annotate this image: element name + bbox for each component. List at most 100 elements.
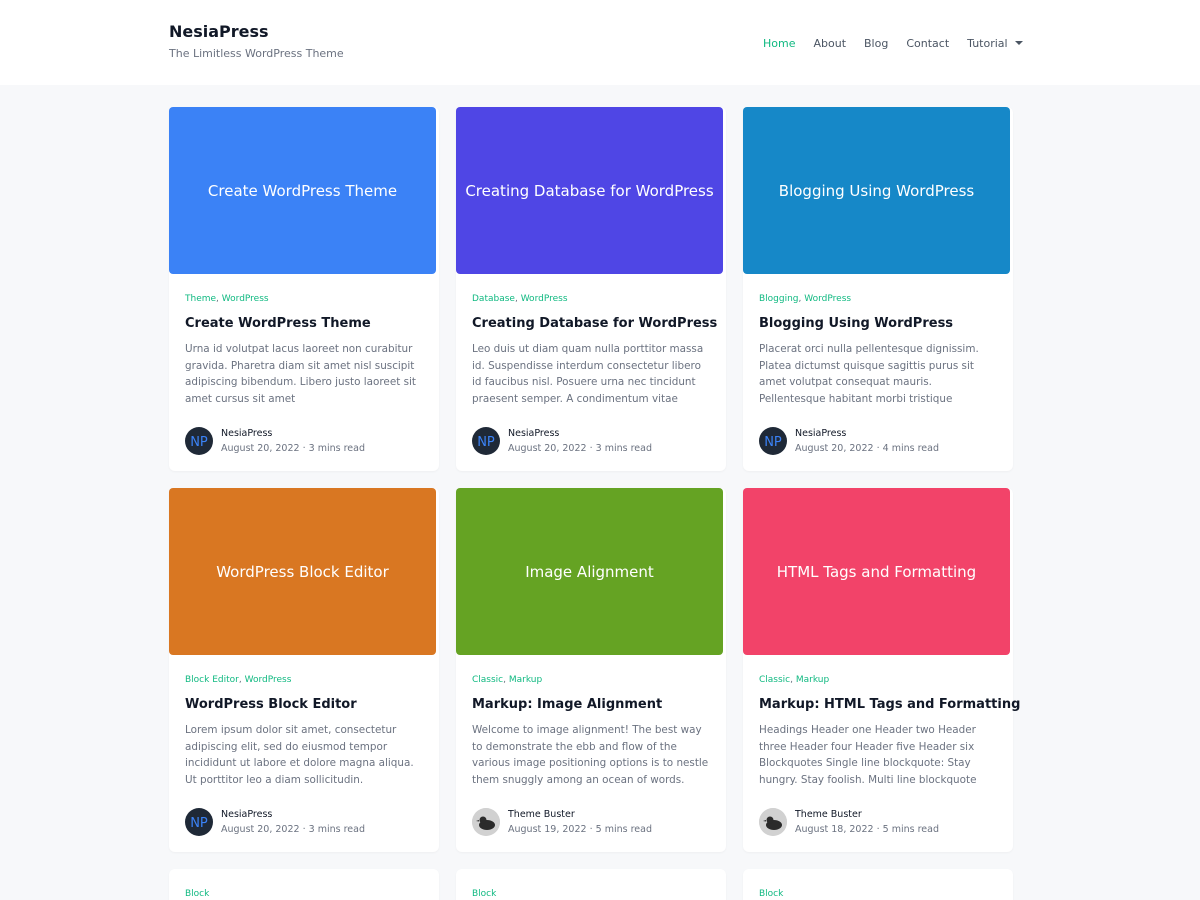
post-author: NP NesiaPress August 20, 2022 · 3 mins r… <box>185 808 365 836</box>
meta-separator: · <box>299 824 309 835</box>
bird-avatar-icon[interactable] <box>472 808 500 836</box>
post-thumbnail[interactable]: Creating Database for WordPress <box>456 107 723 274</box>
post-title[interactable]: Create WordPress Theme <box>185 316 425 331</box>
post-card: Block <box>743 869 1013 900</box>
post-categories: Block <box>185 889 425 900</box>
post-card: Create WordPress Theme Theme, WordPress … <box>169 107 439 471</box>
author-name[interactable]: NesiaPress <box>508 428 652 439</box>
post-categories: Block Editor, WordPress <box>185 675 425 687</box>
author-name[interactable]: Theme Buster <box>795 809 939 820</box>
svg-text:NP: NP <box>190 816 208 831</box>
category-link[interactable]: Theme <box>185 294 216 304</box>
category-link[interactable]: WordPress <box>521 294 568 304</box>
category-link[interactable]: Block <box>185 889 209 899</box>
post-title[interactable]: WordPress Block Editor <box>185 697 425 712</box>
author-name[interactable]: NesiaPress <box>221 428 365 439</box>
post-excerpt: Urna id volutpat lacus laoreet non curab… <box>185 343 416 405</box>
thumbnail-text: WordPress Block Editor <box>216 562 389 581</box>
post-thumbnail[interactable]: WordPress Block Editor <box>169 488 436 655</box>
post-card: Block <box>456 869 726 900</box>
main-nav: Home About Blog Contact Tutorial <box>763 35 1023 51</box>
thumbnail-text: Creating Database for WordPress <box>465 181 714 200</box>
nav-item-contact[interactable]: Contact <box>906 37 949 50</box>
post-thumbnail[interactable]: Blogging Using WordPress <box>743 107 1010 274</box>
nav-item-about[interactable]: About <box>813 37 846 50</box>
thumbnail-text: Blogging Using WordPress <box>778 181 975 200</box>
chevron-down-icon <box>1014 41 1023 45</box>
post-categories: Block <box>472 889 712 900</box>
category-link[interactable]: Classic <box>759 675 790 685</box>
nav-item-home[interactable]: Home <box>763 37 795 50</box>
category-link[interactable]: Classic <box>472 675 503 685</box>
site-title[interactable]: NesiaPress <box>169 22 269 41</box>
nav-item-label: Contact <box>906 36 950 50</box>
nesiapress-logo-icon[interactable]: NP <box>185 427 213 455</box>
meta-separator: · <box>299 443 309 454</box>
post-date: August 20, 2022 <box>221 824 300 835</box>
read-time: 3 mins read <box>308 443 365 454</box>
author-name[interactable]: NesiaPress <box>795 428 939 439</box>
category-link[interactable]: Markup <box>509 675 542 685</box>
thumbnail-text: Create WordPress Theme <box>207 181 398 200</box>
category-link[interactable]: Database <box>472 294 515 304</box>
read-time: 5 mins read <box>595 824 652 835</box>
post-meta: August 20, 2022 · 3 mins read <box>221 443 365 454</box>
read-time: 4 mins read <box>882 443 939 454</box>
post-author: NP NesiaPress August 20, 2022 · 3 mins r… <box>472 427 652 455</box>
post-title[interactable]: Markup: Image Alignment <box>472 697 712 712</box>
nav-item-label: About <box>813 36 847 50</box>
nesiapress-logo-icon[interactable]: NP <box>185 808 213 836</box>
post-meta: August 20, 2022 · 3 mins read <box>508 443 652 454</box>
category-link[interactable]: Markup <box>796 675 829 685</box>
post-thumbnail[interactable]: Image Alignment <box>456 488 723 655</box>
nav-item-blog[interactable]: Blog <box>864 37 888 50</box>
category-link[interactable]: Block <box>472 889 496 899</box>
site-header: NesiaPress The Limitless WordPress Theme… <box>0 0 1200 85</box>
post-card: HTML Tags and Formatting Classic, Markup… <box>743 488 1020 852</box>
post-author: NP NesiaPress August 20, 2022 · 4 mins r… <box>759 427 939 455</box>
post-card: Blogging Using WordPress Blogging, WordP… <box>743 107 1013 471</box>
read-time: 3 mins read <box>595 443 652 454</box>
meta-separator: · <box>586 443 596 454</box>
svg-text:NP: NP <box>477 435 495 450</box>
author-name[interactable]: Theme Buster <box>508 809 652 820</box>
category-link[interactable]: Blogging <box>759 294 799 304</box>
post-author: NP NesiaPress August 20, 2022 · 3 mins r… <box>185 427 365 455</box>
category-link[interactable]: Block <box>759 889 783 899</box>
post-excerpt: Lorem ipsum dolor sit amet, consectetur … <box>185 724 414 786</box>
post-author: Theme Buster August 18, 2022 · 5 mins re… <box>759 808 939 836</box>
post-thumbnail[interactable]: Create WordPress Theme <box>169 107 436 274</box>
post-title[interactable]: Creating Database for WordPress <box>472 316 717 331</box>
post-title[interactable]: Markup: HTML Tags and Formatting <box>759 697 1020 712</box>
post-card: Block <box>169 869 439 900</box>
post-date: August 18, 2022 <box>795 824 874 835</box>
category-link[interactable]: Block Editor <box>185 675 239 685</box>
post-excerpt: Headings Header one Header two Header th… <box>759 724 977 786</box>
post-categories: Classic, Markup <box>472 675 712 687</box>
post-meta: August 18, 2022 · 5 mins read <box>795 824 939 835</box>
category-link[interactable]: WordPress <box>222 294 269 304</box>
post-meta: August 19, 2022 · 5 mins read <box>508 824 652 835</box>
post-date: August 20, 2022 <box>221 443 300 454</box>
nav-item-tutorial[interactable]: Tutorial <box>967 37 1023 50</box>
post-card: Creating Database for WordPress Database… <box>456 107 726 471</box>
category-link[interactable]: WordPress <box>245 675 292 685</box>
nav-item-label: Home <box>763 36 796 50</box>
svg-text:NP: NP <box>190 435 208 450</box>
post-meta: August 20, 2022 · 3 mins read <box>221 824 365 835</box>
bird-avatar-icon[interactable] <box>759 808 787 836</box>
post-title[interactable]: Blogging Using WordPress <box>759 316 999 331</box>
post-date: August 20, 2022 <box>508 443 587 454</box>
post-excerpt: Placerat orci nulla pellentesque digniss… <box>759 343 979 405</box>
post-excerpt: Welcome to image alignment! The best way… <box>472 724 709 786</box>
meta-separator: · <box>586 824 596 835</box>
post-categories: Theme, WordPress <box>185 294 425 306</box>
nesiapress-logo-icon[interactable]: NP <box>472 427 500 455</box>
nav-item-label: Blog <box>864 36 889 50</box>
category-link[interactable]: WordPress <box>804 294 851 304</box>
post-categories: Blogging, WordPress <box>759 294 999 306</box>
post-thumbnail[interactable]: HTML Tags and Formatting <box>743 488 1010 655</box>
nesiapress-logo-icon[interactable]: NP <box>759 427 787 455</box>
post-date: August 20, 2022 <box>795 443 874 454</box>
author-name[interactable]: NesiaPress <box>221 809 365 820</box>
